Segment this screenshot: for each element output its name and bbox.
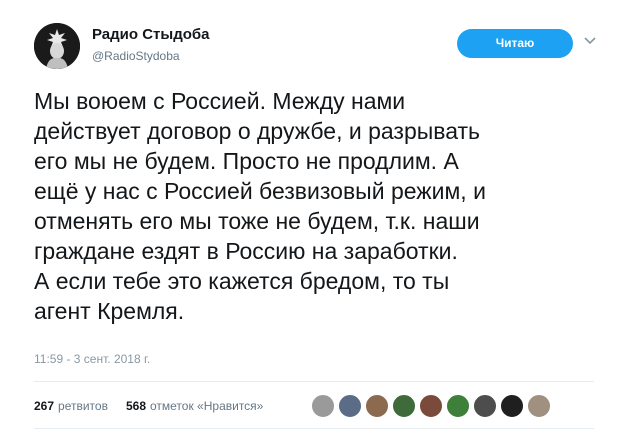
retweets-label[interactable]: ретвитов: [58, 399, 108, 413]
tweet-line: его мы не будем. Просто не продлим. А: [34, 148, 459, 174]
divider: [34, 428, 594, 429]
likes-label[interactable]: отметок «Нравится»: [150, 399, 263, 413]
follow-button[interactable]: Читаю: [457, 29, 573, 58]
liker-avatar[interactable]: [473, 394, 497, 418]
profile-avatar[interactable]: [34, 23, 80, 69]
tweet-timestamp[interactable]: 11:59 - 3 сент. 2018 г.: [34, 352, 150, 366]
retweets-count[interactable]: 267: [34, 399, 54, 413]
tweet-line: ещё у нас с Россией безвизовый режим, и: [34, 178, 486, 204]
tweet-line: действует договор о дружбе, и разрывать: [34, 118, 481, 144]
tweet-line: отменять его мы тоже не будем, т.к. наши: [34, 208, 480, 234]
user-handle[interactable]: @RadioStydoba: [92, 49, 180, 63]
statue-avatar-image: [34, 23, 80, 69]
liker-avatar[interactable]: [392, 394, 416, 418]
liker-avatar[interactable]: [500, 394, 524, 418]
tweet-text: Мы воюем с Россией. Между нами действует…: [34, 86, 604, 326]
liker-avatar[interactable]: [365, 394, 389, 418]
tweet-line: агент Кремля.: [34, 298, 185, 324]
liker-avatar[interactable]: [527, 394, 551, 418]
liker-avatar[interactable]: [311, 394, 335, 418]
liker-avatar[interactable]: [338, 394, 362, 418]
tweet-line: А если тебе это кажется бредом, то ты: [34, 268, 450, 294]
display-name[interactable]: Радио Стыдоба: [92, 26, 210, 43]
chevron-down-icon[interactable]: [583, 34, 597, 48]
likers-avatars: [311, 394, 551, 418]
divider: [34, 381, 594, 382]
likes-count[interactable]: 568: [126, 399, 146, 413]
liker-avatar[interactable]: [446, 394, 470, 418]
engagement-stats: 267 ретвитов 568 отметок «Нравится»: [34, 399, 263, 413]
liker-avatar[interactable]: [419, 394, 443, 418]
tweet-line: Мы воюем с Россией. Между нами: [34, 88, 406, 114]
tweet-line: граждане ездят в Россию на заработки.: [34, 238, 458, 264]
